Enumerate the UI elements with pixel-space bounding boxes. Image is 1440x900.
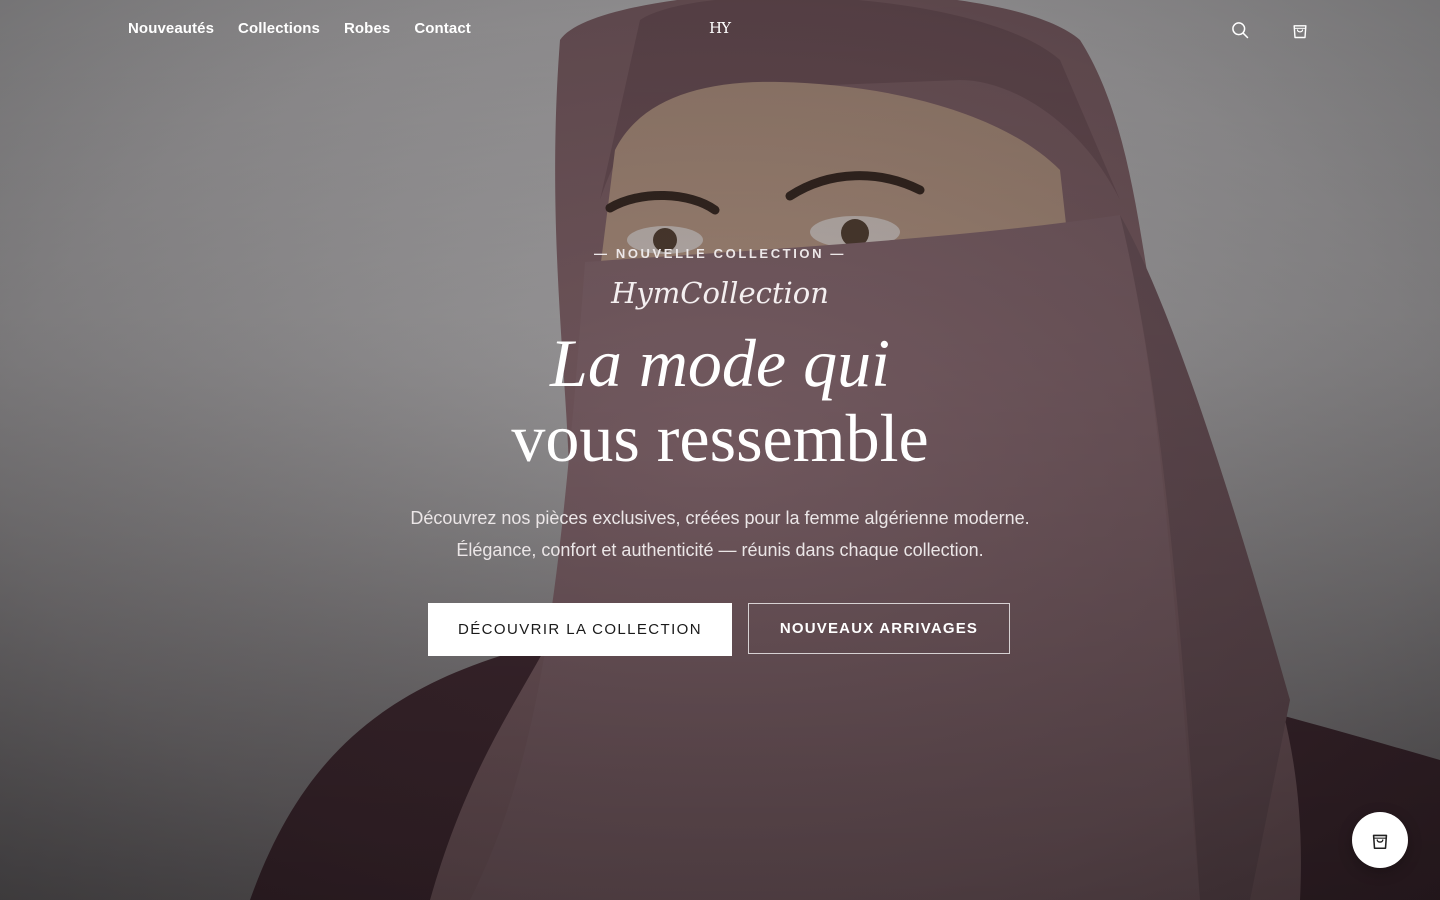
search-button[interactable] bbox=[1228, 18, 1252, 42]
main-nav: Nouveautés Collections Robes Contact bbox=[128, 20, 471, 37]
discover-collection-button[interactable]: DÉCOUVRIR LA COLLECTION bbox=[428, 603, 732, 656]
cart-button[interactable] bbox=[1288, 18, 1312, 42]
hero-subtitle-line1: Découvrez nos pièces exclusives, créées … bbox=[410, 508, 1030, 528]
hero-subtitle: Découvrez nos pièces exclusives, créées … bbox=[0, 502, 1440, 566]
hero-subtitle-line2: Élégance, confort et authenticité — réun… bbox=[456, 540, 984, 560]
floating-cart-button[interactable] bbox=[1352, 812, 1408, 868]
shopping-bag-icon bbox=[1293, 25, 1307, 39]
search-icon bbox=[1232, 22, 1249, 39]
header-actions bbox=[1228, 18, 1312, 42]
nav-link-robes[interactable]: Robes bbox=[344, 20, 390, 37]
hero-cta-row: DÉCOUVRIR LA COLLECTION NOUVEAUX ARRIVAG… bbox=[428, 603, 1010, 656]
shopping-bag-icon bbox=[1372, 834, 1388, 850]
brand-logo[interactable]: HY bbox=[709, 19, 731, 37]
nav-link-contact[interactable]: Contact bbox=[414, 20, 471, 37]
hero-headline: La mode qui vous ressemble bbox=[0, 326, 1440, 476]
nav-link-nouveautes[interactable]: Nouveautés bbox=[128, 20, 214, 37]
hero-headline-line1: La mode qui bbox=[550, 325, 890, 401]
new-arrivals-button[interactable]: NOUVEAUX ARRIVAGES bbox=[748, 603, 1010, 654]
hero-headline-line2: vous ressemble bbox=[511, 400, 929, 476]
site-header: Nouveautés Collections Robes Contact HY bbox=[0, 0, 1440, 60]
nav-link-collections[interactable]: Collections bbox=[238, 20, 320, 37]
hero-brand-name: HymCollection bbox=[611, 276, 829, 310]
hero-eyebrow: — NOUVELLE COLLECTION — bbox=[594, 246, 846, 261]
